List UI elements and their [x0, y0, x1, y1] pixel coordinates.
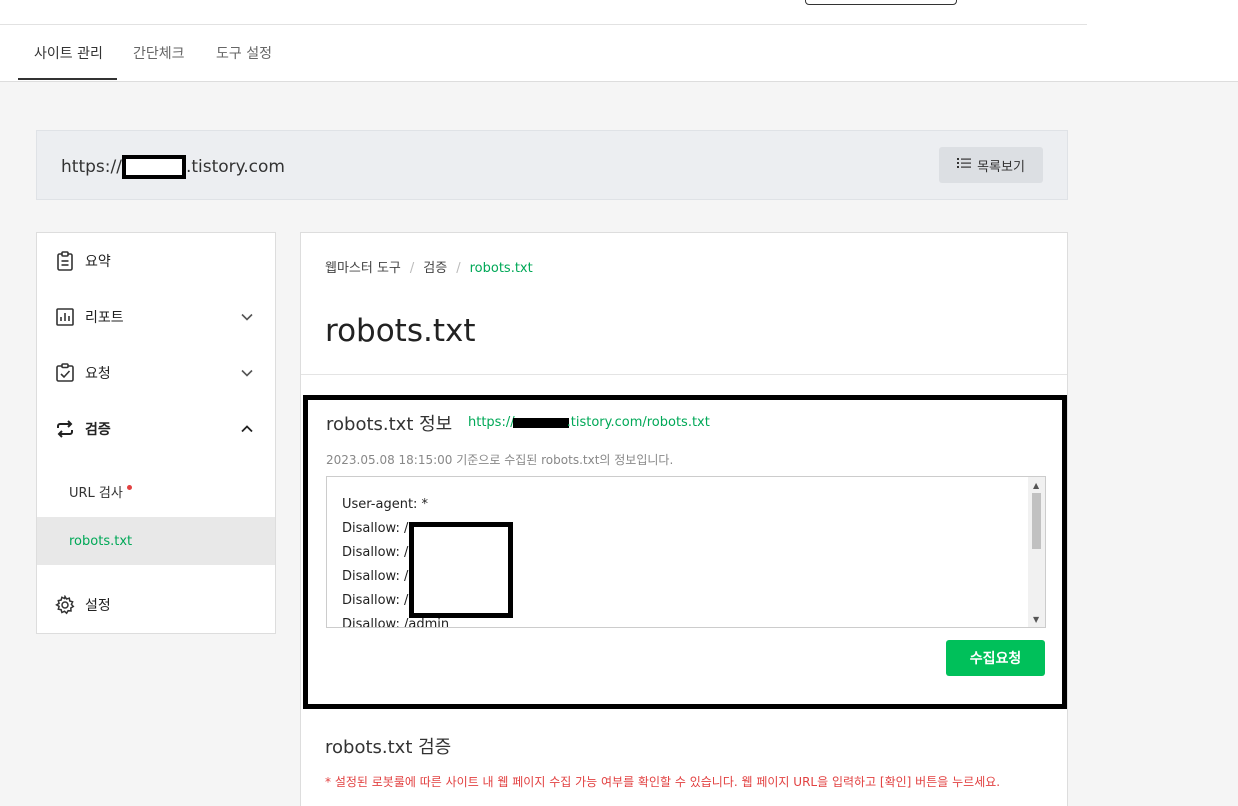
sidebar-subitem-label: robots.txt: [69, 533, 133, 549]
redacted-block: [121, 155, 186, 179]
sidebar-item-label: 요청: [85, 366, 111, 382]
sidebar-item-request[interactable]: 요청: [37, 353, 275, 393]
swap-icon: [54, 418, 76, 440]
verify-description: * 설정된 로봇룰에 따른 사이트 내 웹 페이지 수집 가능 여부를 확인할 …: [325, 775, 1001, 789]
info-title: robots.txt 정보: [326, 414, 453, 435]
breadcrumb-webmaster-tools[interactable]: 웹마스터 도구: [325, 261, 401, 276]
sidebar-subitem-url-inspection[interactable]: URL 검사: [37, 467, 275, 515]
breadcrumb-current: robots.txt: [469, 261, 533, 276]
sidebar-item-label: 검증: [85, 422, 111, 438]
redacted-block: [409, 522, 513, 618]
site-url: https:// .tistory.com: [61, 155, 285, 179]
site-url-suffix: .tistory.com: [185, 157, 285, 177]
checkbox-icon: [54, 362, 76, 384]
chevron-up-icon: [239, 421, 255, 437]
chart-icon: [54, 306, 76, 328]
active-tab-underline: [18, 78, 117, 80]
scroll-down-arrow-icon[interactable]: ▼: [1033, 615, 1039, 624]
breadcrumb: 웹마스터 도구 / 검증 / robots.txt: [325, 261, 533, 276]
list-icon: [957, 157, 972, 173]
info-description: 2023.05.08 18:15:00 기준으로 수집된 robots.txt의…: [326, 453, 674, 467]
main-content: 웹마스터 도구 / 검증 / robots.txt robots.txt robots.…: [300, 232, 1068, 806]
site-url-prefix: https://: [61, 157, 122, 177]
top-divider: [0, 24, 1087, 25]
list-view-label: 목록보기: [977, 159, 1025, 175]
breadcrumb-verify[interactable]: 검증: [423, 261, 447, 276]
sidebar-item-label: 요약: [85, 254, 111, 270]
notification-dot: [126, 484, 132, 490]
sidebar-item-settings[interactable]: 설정: [37, 585, 275, 625]
scroll-up-arrow-icon[interactable]: ▲: [1033, 481, 1039, 490]
collect-request-button[interactable]: 수집요청: [946, 640, 1045, 676]
robots-url-prefix: https://: [468, 415, 515, 430]
sidebar-item-verify[interactable]: 검증: [37, 409, 275, 449]
top-navigation: 사이트 관리 간단체크 도구 설정: [0, 0, 1238, 82]
sidebar-item-summary[interactable]: 요약: [37, 241, 275, 281]
header-divider: [301, 374, 1067, 375]
scrollbar[interactable]: ▲ ▼: [1028, 477, 1045, 627]
site-url-bar: https:// .tistory.com 목록보기: [36, 130, 1068, 200]
tab-tool-settings[interactable]: 도구 설정: [216, 43, 272, 63]
robots-line: User-agent: *: [342, 497, 429, 512]
robots-url-link[interactable]: https:// .tistory.com/robots.txt: [468, 415, 710, 430]
chevron-down-icon: [239, 309, 255, 325]
robots-url-suffix: .tistory.com/robots.txt: [566, 415, 710, 430]
top-action-button[interactable]: [805, 0, 957, 5]
scrollbar-thumb[interactable]: [1032, 493, 1041, 549]
robots-content-viewer[interactable]: User-agent: * Disallow: / Disallow: / Di…: [326, 476, 1046, 628]
verify-section-title: robots.txt 검증: [325, 737, 452, 758]
sidebar: 요약 리포트 요청 검증 URL 검사 robots.txt 설정: [36, 232, 276, 634]
chevron-down-icon: [239, 365, 255, 381]
page-title: robots.txt: [325, 313, 476, 349]
clipboard-icon: [54, 250, 76, 272]
sidebar-item-label: 설정: [85, 598, 111, 614]
tab-simple-check[interactable]: 간단체크: [133, 43, 185, 63]
list-view-button[interactable]: 목록보기: [939, 147, 1043, 183]
sidebar-subitem-robots-txt[interactable]: robots.txt: [37, 517, 275, 565]
gear-icon: [54, 594, 76, 616]
sidebar-subitem-label: URL 검사: [69, 485, 123, 501]
sidebar-item-report[interactable]: 리포트: [37, 297, 275, 337]
robots-info-section: robots.txt 정보 https:// .tistory.com/robot…: [303, 395, 1067, 709]
redacted-block: [512, 417, 569, 428]
tab-site-management[interactable]: 사이트 관리: [34, 43, 103, 63]
sidebar-item-label: 리포트: [85, 310, 124, 326]
